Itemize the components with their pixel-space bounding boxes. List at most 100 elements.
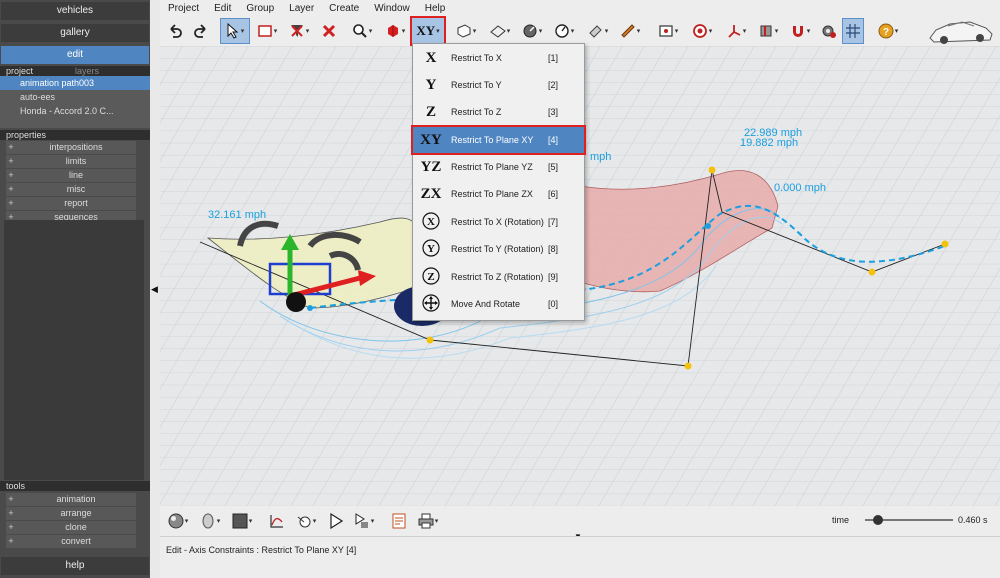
light-button[interactable]: ▾ (584, 18, 612, 44)
menu-item-restrict-y[interactable]: Y Restrict To Y [2] (413, 72, 584, 98)
car-logo (924, 16, 998, 46)
sidebar: vehicles gallery edit project layers ani… (0, 0, 150, 578)
expand-icon[interactable]: + (6, 493, 16, 506)
zoom-button[interactable]: ▾ (348, 18, 376, 44)
tool-arrange[interactable]: + arrange (6, 507, 136, 520)
help-icon-button[interactable]: ? ▾ (874, 18, 902, 44)
menu-layer[interactable]: Layer (289, 3, 314, 14)
report-button[interactable] (388, 508, 410, 534)
property-label: report (64, 198, 88, 208)
plane-button[interactable]: ▾ (486, 18, 514, 44)
gauge-button[interactable]: ▾ (518, 18, 546, 44)
property-line[interactable]: + line (6, 169, 136, 182)
redo-icon (194, 24, 206, 38)
menu-item-label: Restrict To Z (Rotation) (451, 272, 544, 282)
menu-help[interactable]: Help (425, 3, 446, 14)
menu-item-restrict-plane-zx[interactable]: ZX Restrict To Plane ZX [6] (413, 181, 584, 207)
tool-animation[interactable]: + animation (6, 493, 136, 506)
menu-item-restrict-plane-xy[interactable]: XY Restrict To Plane XY [4] (411, 125, 586, 155)
property-interpositions[interactable]: + interpositions (6, 141, 136, 154)
select-tool-button[interactable]: ▾ (220, 18, 250, 44)
axes-button[interactable]: ▾ (722, 18, 750, 44)
nav-edit[interactable]: edit (1, 46, 149, 64)
x-axis-icon: X (425, 49, 437, 66)
project-item-honda-accord[interactable]: Honda - Accord 2.0 C... (0, 104, 150, 118)
move-rotate-icon (413, 293, 449, 316)
object-color-button[interactable]: ▾ (382, 18, 408, 44)
menu-item-label: Restrict To Y (Rotation) (451, 244, 544, 254)
nav-vehicles[interactable]: vehicles (1, 2, 149, 20)
expand-icon[interactable]: + (6, 507, 16, 520)
menu-item-restrict-z[interactable]: Z Restrict To Z [3] (413, 99, 584, 125)
tab-layers[interactable]: layers (75, 66, 99, 76)
speedometer-button[interactable]: ▾ (550, 18, 578, 44)
bookmark-button[interactable]: ▾ (754, 18, 782, 44)
control-point[interactable] (426, 336, 434, 344)
expand-icon[interactable]: + (6, 521, 16, 534)
view-cube-button[interactable]: ▾ (452, 18, 480, 44)
expand-icon[interactable]: + (6, 183, 16, 196)
menu-item-restrict-y-rotation[interactable]: Y Restrict To Y (Rotation) [8] (413, 236, 584, 262)
menu-item-restrict-x[interactable]: X Restrict To X [1] (413, 45, 584, 71)
play-loop-icon (355, 513, 368, 528)
property-report[interactable]: + report (6, 197, 136, 210)
collapse-sidebar-arrow-icon[interactable]: ◀ (151, 284, 159, 296)
shortcut-key: [6] (548, 189, 559, 199)
menu-item-restrict-plane-yz[interactable]: YZ Restrict To Plane YZ [5] (413, 154, 584, 180)
expand-icon[interactable]: + (6, 155, 16, 168)
graph-button[interactable] (266, 508, 288, 534)
project-item-auto-ees[interactable]: auto-ees (0, 90, 150, 104)
control-point[interactable] (684, 362, 692, 370)
speedometer-icon (555, 24, 569, 38)
expand-icon[interactable]: + (6, 169, 16, 182)
menu-item-label: Restrict To Plane YZ (451, 162, 533, 172)
path-node[interactable] (705, 223, 711, 229)
axis-constraint-button[interactable]: XY ▾ (410, 16, 446, 46)
settings-button[interactable] (818, 18, 840, 44)
project-item-animation-path[interactable]: animation path003 (0, 76, 150, 90)
play-button[interactable] (326, 508, 346, 534)
menu-window[interactable]: Window (374, 3, 410, 14)
menu-item-restrict-x-rotation[interactable]: X Restrict To X (Rotation) [7] (413, 209, 584, 235)
filter-button[interactable]: ▾ (286, 18, 312, 44)
tool-convert[interactable]: + convert (6, 535, 136, 548)
print-button[interactable]: ▾ (414, 508, 442, 534)
camera-button[interactable]: ▾ (654, 18, 682, 44)
speed-label-left: 32.161 mph (208, 209, 266, 221)
tool-clone[interactable]: + clone (6, 521, 136, 534)
expand-icon[interactable]: + (6, 197, 16, 210)
control-point[interactable] (941, 240, 949, 248)
redo-button[interactable] (190, 18, 212, 44)
head-button[interactable]: ▾ (196, 508, 224, 534)
box-select-button[interactable]: ▾ (254, 18, 280, 44)
play-icon (330, 513, 343, 529)
nav-gallery[interactable]: gallery (1, 24, 149, 42)
play-options-button[interactable]: ▾ (350, 508, 378, 534)
measure-button[interactable]: ▾ (616, 18, 644, 44)
menu-item-restrict-z-rotation[interactable]: Z Restrict To Z (Rotation) [9] (413, 264, 584, 290)
target-button[interactable]: ▾ (688, 18, 716, 44)
menu-group[interactable]: Group (246, 3, 274, 14)
timeline-button[interactable]: ▾ (292, 508, 320, 534)
property-limits[interactable]: + limits (6, 155, 136, 168)
property-misc[interactable]: + misc (6, 183, 136, 196)
properties-list: + interpositions + limits + line + misc + rep… (0, 141, 150, 224)
help-button[interactable]: help (1, 557, 149, 575)
background-color-button[interactable]: ▾ (228, 508, 256, 534)
expand-icon[interactable]: + (6, 141, 16, 154)
undo-button[interactable] (164, 18, 186, 44)
delete-button[interactable] (318, 18, 340, 44)
path-node[interactable] (307, 305, 313, 311)
magnet-button[interactable]: ▾ (786, 18, 814, 44)
material-sphere-button[interactable]: ▾ (164, 508, 192, 534)
menu-create[interactable]: Create (329, 3, 359, 14)
menu-edit[interactable]: Edit (214, 3, 231, 14)
menu-item-move-and-rotate[interactable]: Move And Rotate [0] (413, 291, 584, 317)
expand-icon[interactable]: + (6, 535, 16, 548)
tab-project[interactable]: project (6, 66, 33, 76)
grid-toggle-button[interactable] (842, 18, 864, 44)
control-point[interactable] (708, 166, 716, 174)
control-point[interactable] (868, 268, 876, 276)
menu-project[interactable]: Project (168, 3, 199, 14)
shortcut-key: [4] (548, 135, 559, 145)
